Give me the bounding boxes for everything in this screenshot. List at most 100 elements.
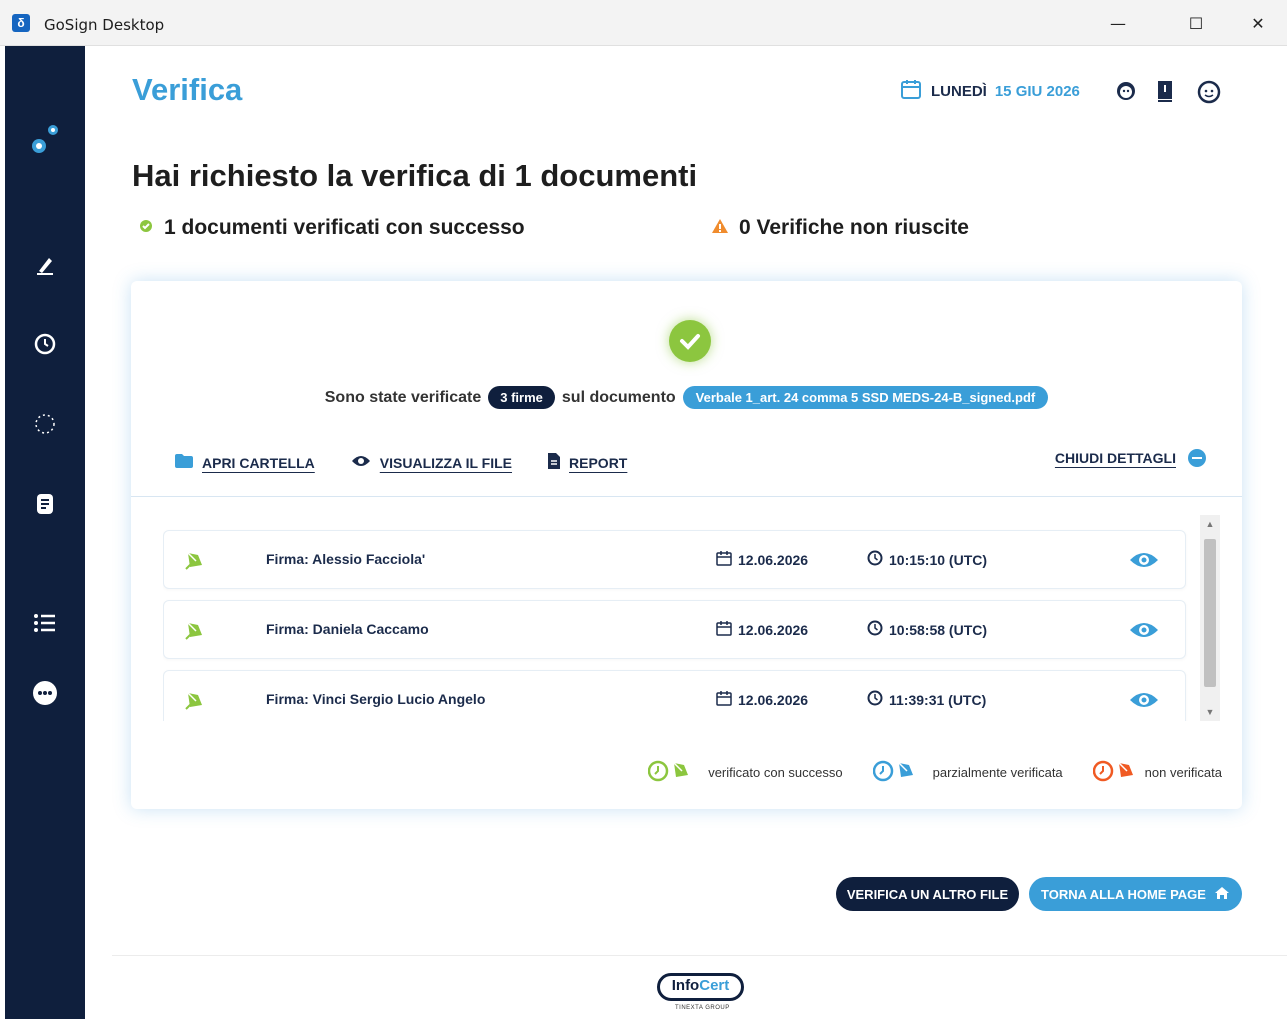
- more-options-icon[interactable]: [29, 680, 61, 712]
- signature-date: 12.06.2026: [716, 550, 808, 569]
- infocert-logo: InfoCert: [657, 973, 744, 1001]
- signature-list: Firma: Alessio Facciola' 12.06.2026 10:1…: [163, 515, 1193, 721]
- signer-name: Firma: Alessio Facciola': [266, 551, 426, 567]
- list-scrollbar[interactable]: ▲ ▼: [1200, 515, 1220, 721]
- verify-another-file-button[interactable]: VERIFICA UN ALTRO FILE: [836, 877, 1019, 911]
- verify-another-label: VERIFICA UN ALTRO FILE: [846, 886, 1009, 902]
- legend-failed-label: non verificata: [1144, 765, 1222, 780]
- pen-verified-icon: [184, 549, 208, 573]
- close-button[interactable]: ✕: [1235, 8, 1281, 40]
- signer-name: Firma: Daniela Caccamo: [266, 621, 429, 637]
- settings-gears-icon[interactable]: [29, 122, 61, 154]
- user-profile-icon[interactable]: [1196, 78, 1222, 104]
- loading-spinner-icon[interactable]: [29, 412, 61, 444]
- title-bar: δ GoSign Desktop — ☐ ✕: [0, 0, 1287, 46]
- signature-row: Firma: Alessio Facciola' 12.06.2026 10:1…: [163, 530, 1186, 589]
- legend-partial: parzialmente verificata: [872, 759, 1063, 786]
- page-title: Verifica: [132, 72, 243, 107]
- signature-date: 12.06.2026: [716, 690, 808, 709]
- signature-pen-icon[interactable]: [29, 254, 61, 286]
- verification-message: Sono state verificate 3 firme sul docume…: [131, 386, 1242, 409]
- view-signature-eye-icon[interactable]: [1128, 618, 1160, 642]
- scroll-up-arrow-icon[interactable]: ▲: [1200, 515, 1220, 533]
- signature-row: Firma: Vinci Sergio Lucio Angelo 12.06.2…: [163, 670, 1186, 721]
- signature-date-value: 12.06.2026: [738, 691, 809, 708]
- signature-time: 11:39:31 (UTC): [867, 690, 986, 709]
- view-file-label: VISUALIZZA IL FILE: [379, 454, 513, 471]
- main-heading: Hai richiesto la verifica di 1 documenti: [132, 158, 698, 193]
- view-signature-eye-icon[interactable]: [1128, 548, 1160, 572]
- window-title: GoSign Desktop: [44, 16, 165, 34]
- clock-icon: [867, 620, 883, 639]
- weekday-label: LUNEDÌ: [931, 82, 987, 100]
- signature-date-value: 12.06.2026: [738, 621, 809, 638]
- support-agent-icon[interactable]: [1113, 78, 1139, 104]
- scroll-down-arrow-icon[interactable]: ▼: [1200, 703, 1220, 721]
- legend-success: verificato con successo: [647, 759, 843, 786]
- home-icon: [1214, 886, 1230, 903]
- clock-icon: [867, 550, 883, 569]
- document-name-badge: Verbale 1_art. 24 comma 5 SSD MEDS-24-B_…: [682, 386, 1049, 409]
- divider: [131, 496, 1242, 497]
- success-text: 1 documenti verificati con successo: [164, 216, 525, 239]
- logo-subtitle: TINEXTA GROUP: [675, 1005, 730, 1011]
- signature-time-value: 10:58:58 (UTC): [889, 621, 988, 638]
- document-list-icon[interactable]: [29, 492, 61, 524]
- calendar-icon: [899, 77, 923, 105]
- folder-icon: [175, 454, 193, 471]
- open-folder-label: APRI CARTELLA: [202, 454, 315, 471]
- logo-info: Info: [671, 977, 700, 994]
- pen-verified-icon: [184, 619, 208, 643]
- signature-time-value: 11:39:31 (UTC): [889, 691, 987, 708]
- signature-date-value: 12.06.2026: [738, 551, 809, 568]
- failed-text: 0 Verifiche non riuscite: [739, 216, 969, 239]
- legend-partial-label: parzialmente verificata: [932, 765, 1063, 780]
- signatures-badge: 3 firme: [488, 386, 555, 409]
- warning-icon: [711, 216, 729, 240]
- current-date: LUNEDÌ 15 GIU 2026: [899, 78, 1080, 104]
- manual-book-icon[interactable]: [1152, 78, 1178, 104]
- pen-verified-icon: [184, 689, 208, 713]
- clock-pen-success-icon: [647, 759, 694, 786]
- calendar-icon: [716, 690, 732, 709]
- signature-time: 10:58:58 (UTC): [867, 620, 987, 639]
- verified-prefix: Sono state verificate: [324, 388, 482, 406]
- verified-middle: sul documento: [561, 388, 676, 406]
- card-actions: APRI CARTELLA VISUALIZZA IL FILE REPORT: [175, 453, 663, 472]
- home-page-button[interactable]: TORNA ALLA HOME PAGE: [1029, 877, 1242, 911]
- eye-icon: [351, 454, 371, 471]
- close-details-label: CHIUDI DETTAGLI: [1054, 450, 1176, 466]
- app-icon: δ: [12, 14, 30, 32]
- signature-date: 12.06.2026: [716, 620, 808, 639]
- failed-summary: 0 Verifiche non riuscite: [711, 216, 969, 240]
- clock-icon: [867, 690, 883, 709]
- minimize-button[interactable]: —: [1095, 8, 1141, 40]
- report-button[interactable]: REPORT: [548, 453, 627, 472]
- task-list-icon[interactable]: [29, 612, 61, 644]
- scroll-thumb[interactable]: [1204, 539, 1216, 687]
- footer-divider: [112, 955, 1287, 956]
- signature-time-value: 10:15:10 (UTC): [889, 551, 988, 568]
- view-file-button[interactable]: VISUALIZZA IL FILE: [351, 454, 512, 471]
- view-signature-eye-icon[interactable]: [1128, 688, 1160, 712]
- date-label: 15 GIU 2026: [994, 82, 1080, 100]
- legend-success-label: verificato con successo: [708, 765, 843, 780]
- open-folder-button[interactable]: APRI CARTELLA: [175, 454, 315, 471]
- maximize-button[interactable]: ☐: [1173, 8, 1219, 40]
- legend-failed: non verificata: [1092, 759, 1222, 786]
- status-legend: verificato con successo parzialmente ver…: [618, 759, 1222, 786]
- signer-name: Firma: Vinci Sergio Lucio Angelo: [266, 691, 486, 707]
- history-clock-icon[interactable]: [29, 332, 61, 364]
- calendar-icon: [716, 550, 732, 569]
- calendar-icon: [716, 620, 732, 639]
- signature-row: Firma: Daniela Caccamo 12.06.2026 10:58:…: [163, 600, 1186, 659]
- success-check-icon: [138, 216, 154, 240]
- report-file-icon: [548, 453, 561, 472]
- logo-cert: Cert: [699, 977, 730, 994]
- verification-card: Sono state verificate 3 firme sul docume…: [131, 281, 1242, 809]
- close-details-button[interactable]: CHIUDI DETTAGLI: [1055, 449, 1206, 467]
- clock-pen-partial-icon: [872, 759, 919, 786]
- signature-time: 10:15:10 (UTC): [867, 550, 987, 569]
- verified-check-icon: [669, 320, 711, 362]
- sidebar: [5, 46, 85, 1019]
